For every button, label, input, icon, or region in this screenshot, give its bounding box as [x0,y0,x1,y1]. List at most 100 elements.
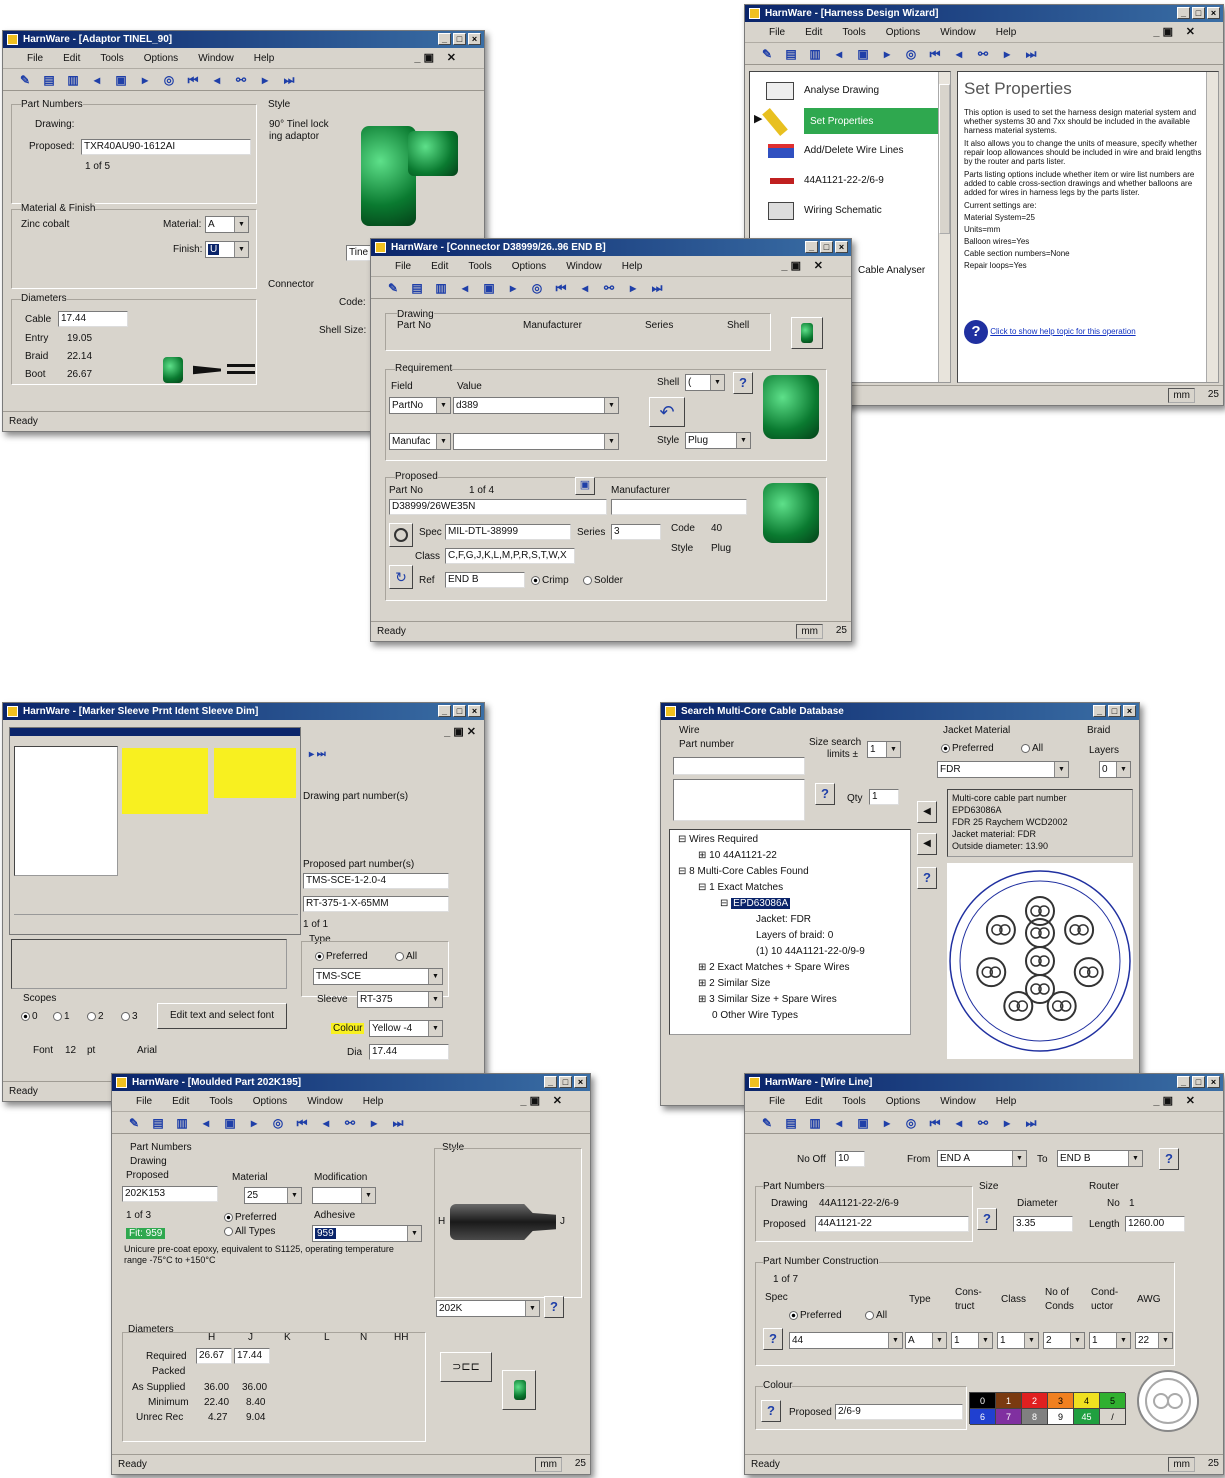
next-icon[interactable]: ▸ [506,281,520,295]
step-wiring-schematic[interactable]: Wiring Schematic [766,200,946,222]
forward-icon[interactable]: ▸ [258,73,272,87]
first-icon[interactable]: ⏮ [928,1116,942,1130]
from-select[interactable]: END A [937,1150,1027,1167]
binoculars-icon[interactable]: ⚯ [343,1116,357,1130]
length-field[interactable]: 1260.00 [1125,1216,1185,1232]
menu-edit[interactable]: Edit [172,1096,189,1107]
qty-field[interactable]: 1 [869,789,899,805]
menu-file[interactable]: File [769,1096,785,1107]
close-button[interactable]: × [468,33,481,45]
colour-swatch[interactable]: 0 [970,1393,996,1409]
binoculars-icon[interactable]: ⚯ [976,1116,990,1130]
menu-file[interactable]: File [769,27,785,38]
style-select[interactable]: 202K [436,1300,540,1317]
tree-item[interactable]: Layers of braid: 0 [676,928,904,944]
solder-radio[interactable]: Solder [583,575,623,586]
last-icon[interactable]: ⏭ [1024,47,1038,61]
menu-options[interactable]: Options [144,53,178,64]
page-icon[interactable]: ▣ [856,47,870,61]
tree-item[interactable]: ⊟ EPD63086A [676,896,904,912]
ref-button[interactable]: ↻ [389,565,413,589]
menu-edit[interactable]: Edit [805,27,822,38]
close-button[interactable]: × [1207,1076,1220,1088]
wand-icon[interactable]: ✎ [18,73,32,87]
menu-file[interactable]: File [27,53,43,64]
help-button[interactable]: ? [917,867,937,889]
minimize-button[interactable]: _ [1177,7,1190,19]
last-icon[interactable]: ⏭ [1024,1116,1038,1130]
manufac-select[interactable]: Manufac [389,433,451,450]
globe-icon[interactable]: ◎ [530,281,544,295]
close-button[interactable]: × [1207,7,1220,19]
forward-icon[interactable]: ▸ [1000,1116,1014,1130]
minimize-button[interactable]: _ [1093,705,1106,717]
menu-file[interactable]: File [395,261,411,272]
adhesive-select[interactable]: 959 [312,1225,422,1242]
tree-item[interactable]: ⊞ 10 44A1121-22 [676,848,904,864]
maximize-button[interactable]: □ [453,705,466,717]
proposed-field[interactable]: TXR40AU90-1612AI [81,139,251,155]
colour-swatch[interactable]: 5 [1100,1393,1126,1409]
menu-window[interactable]: Window [198,53,234,64]
open-icon[interactable]: ▤ [784,1116,798,1130]
open-icon[interactable]: ▤ [42,73,56,87]
first-icon[interactable]: ⏮ [928,47,942,61]
help-button[interactable]: ? [1159,1148,1179,1170]
next-icon[interactable]: ▸ [247,1116,261,1130]
tree-item[interactable]: Jacket: FDR [676,912,904,928]
required-h-field[interactable]: 26.67 [196,1348,232,1364]
proposed-part-field[interactable]: TMS-SCE-1-2.0-4 [303,873,449,889]
menu-tools[interactable]: Tools [209,1096,232,1107]
mdi-close-icon[interactable]: ✕ [1186,1091,1195,1112]
maximize-button[interactable]: □ [453,33,466,45]
wire-list-field[interactable] [673,779,805,821]
wand-icon[interactable]: ✎ [386,281,400,295]
tree-item[interactable]: ⊟ 8 Multi-Core Cables Found [676,864,904,880]
menu-edit[interactable]: Edit [805,1096,822,1107]
spec-field[interactable]: MIL-DTL-38999 [445,524,571,540]
all-types-radio[interactable]: All Types [224,1226,275,1237]
menu-help[interactable]: Help [254,53,275,64]
first-icon[interactable]: ⏮ [554,281,568,295]
minimize-button[interactable]: _ [1177,1076,1190,1088]
step-wire-line[interactable]: 44A1121-22-2/6-9 [766,170,946,192]
mdi-restore-icon[interactable]: _ ▣ [1153,22,1173,43]
save-icon[interactable]: ▥ [808,1116,822,1130]
binoculars-icon[interactable]: ⚯ [602,281,616,295]
menu-help[interactable]: Help [996,1096,1017,1107]
conds-select[interactable]: 2 [1043,1332,1085,1349]
ref-field[interactable]: END B [445,572,525,588]
menu-help[interactable]: Help [622,261,643,272]
page-button[interactable]: ▣ [575,477,595,495]
minimize-button[interactable]: _ [805,241,818,253]
diameter-field[interactable]: 3.35 [1013,1216,1073,1232]
page-icon[interactable]: ▣ [856,1116,870,1130]
next-icon[interactable]: ▸ [880,47,894,61]
open-icon[interactable]: ▤ [151,1116,165,1130]
tree-item[interactable]: ⊟ Wires Required [676,832,904,848]
required-j-field[interactable]: 17.44 [234,1348,270,1364]
menu-window[interactable]: Window [566,261,602,272]
menu-options[interactable]: Options [886,27,920,38]
maximize-button[interactable]: □ [1108,705,1121,717]
prev-icon[interactable]: ◂ [832,1116,846,1130]
menu-help[interactable]: Help [996,27,1017,38]
colour-swatch[interactable]: 3 [1048,1393,1074,1409]
manufac-value-select[interactable] [453,433,619,450]
tree-item[interactable]: ⊞ 2 Exact Matches + Spare Wires [676,960,904,976]
manufacturer-field[interactable] [611,499,747,515]
move-left-button[interactable]: ◀ [917,801,937,823]
forward-icon[interactable]: ▸ [1000,47,1014,61]
style-select[interactable]: Plug [685,432,751,449]
finish-select[interactable]: U [205,241,249,258]
shell-select[interactable]: ( [685,374,725,391]
results-tree[interactable]: ⊟ Wires Required ⊞ 10 44A1121-22 ⊟ 8 Mul… [669,829,911,1035]
tree-item[interactable]: ⊟ 1 Exact Matches [676,880,904,896]
back-icon[interactable]: ◂ [319,1116,333,1130]
awg-select[interactable]: 22 [1135,1332,1173,1349]
spec-button[interactable] [389,523,413,547]
menu-help[interactable]: Help [363,1096,384,1107]
colour-swatch[interactable]: 45 [1074,1409,1100,1425]
scope-radio-1[interactable]: 1 [53,1011,70,1022]
open-icon[interactable]: ▤ [784,47,798,61]
